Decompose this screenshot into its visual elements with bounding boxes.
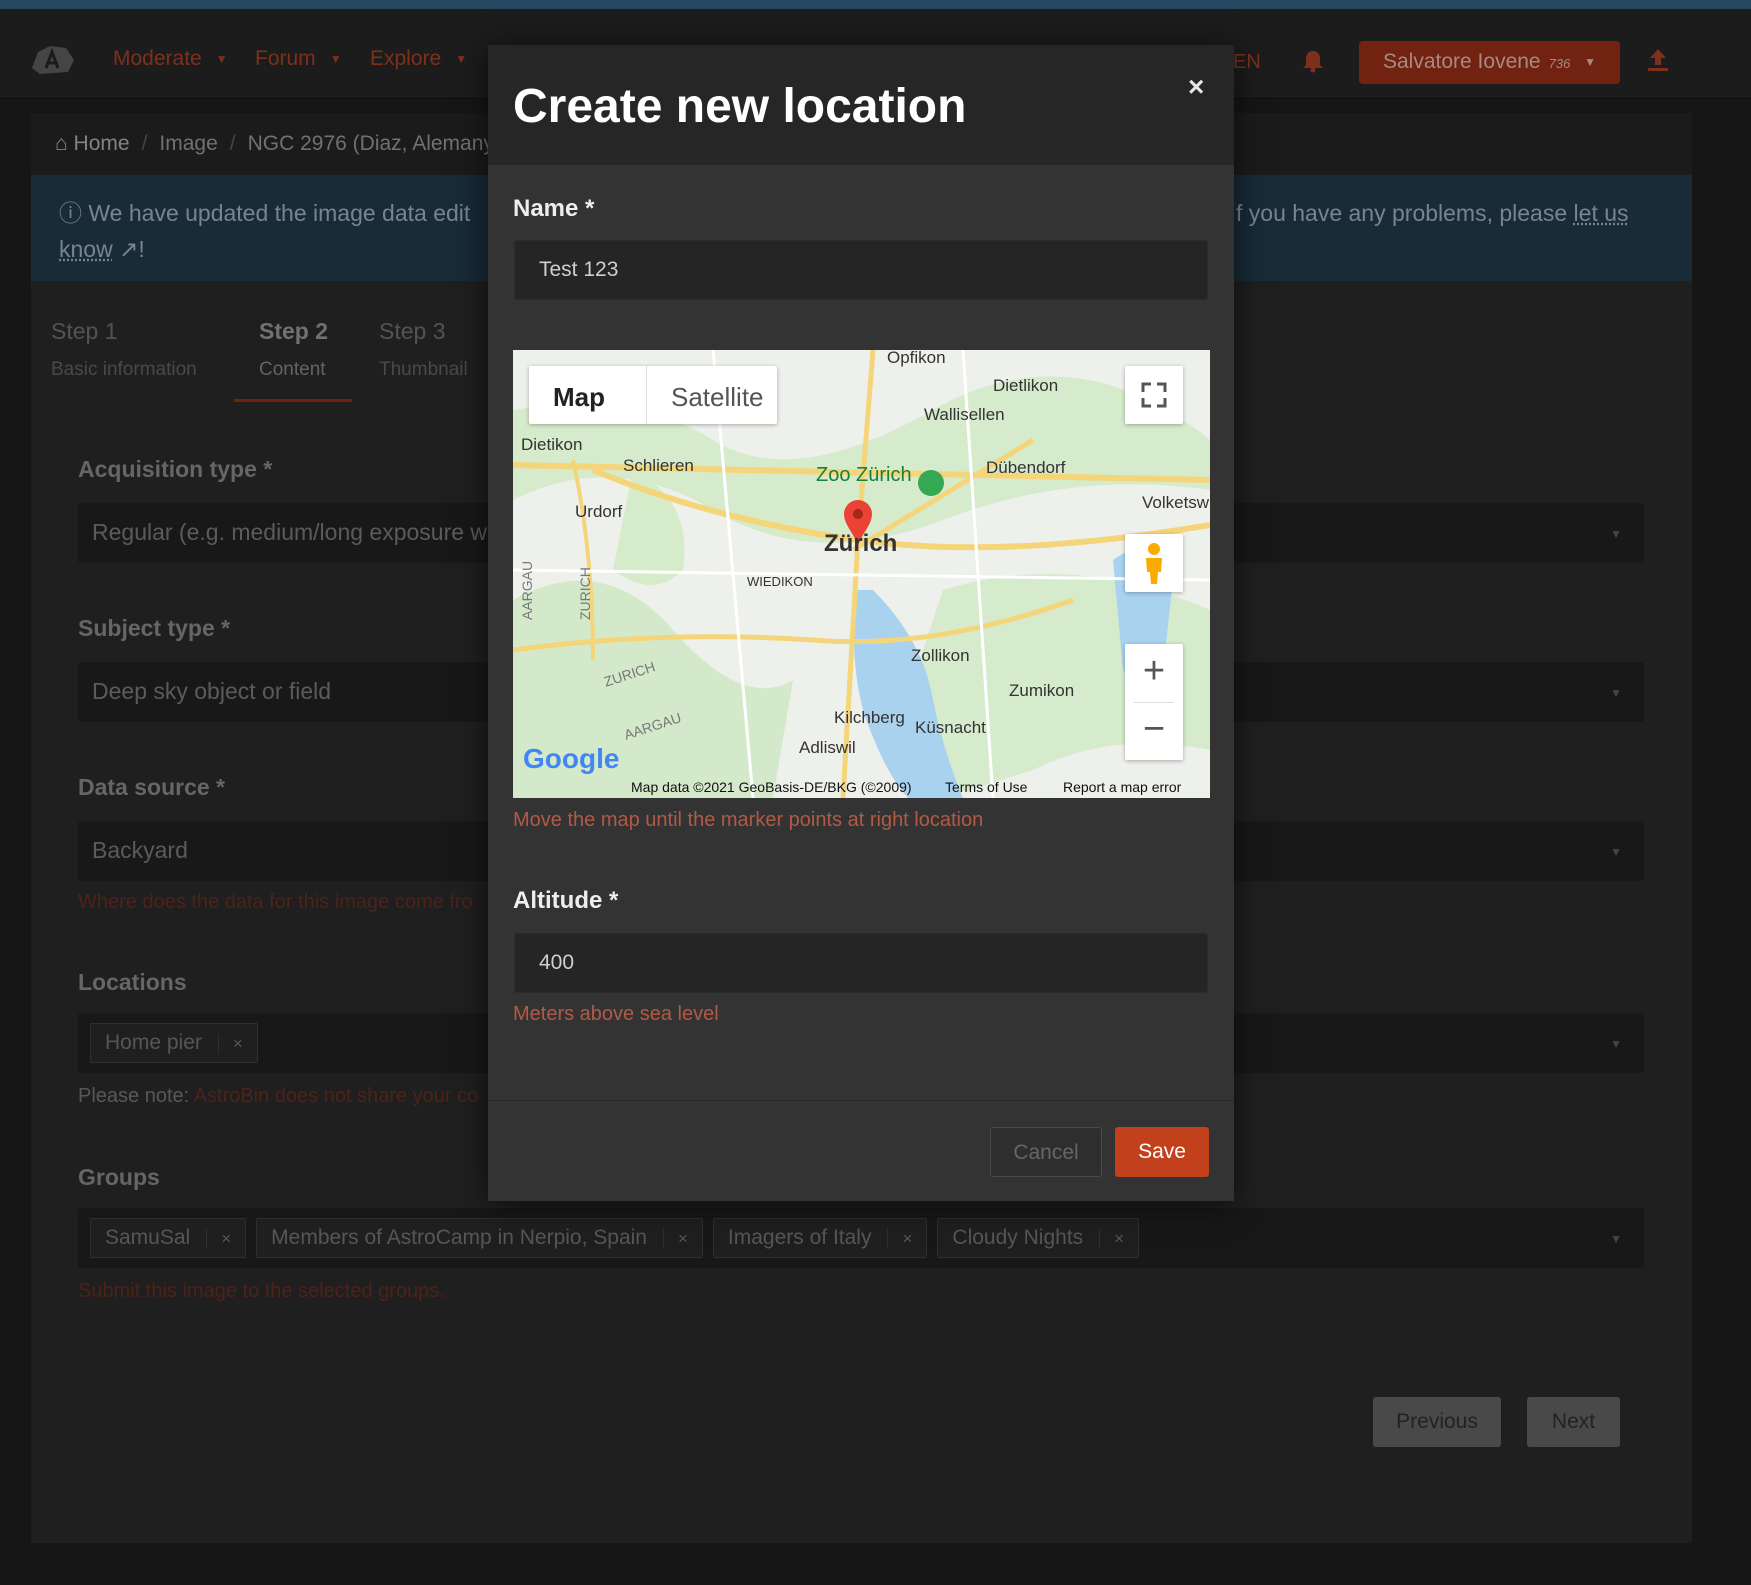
upload-icon[interactable] [1646,47,1670,73]
datasource-label: Data source * [78,774,226,800]
map-place-label: Zoo Zürich [816,464,912,486]
map-place-label: Adliswil [799,738,856,757]
map-place-label: Dietlikon [993,376,1059,395]
breadcrumb-current: NGC 2976 (Diaz, Alemany [247,132,494,155]
top-accent-bar [0,0,1751,9]
groups-label: Groups [78,1164,160,1190]
zoom-in-icon[interactable]: + [1125,644,1183,702]
pegman-icon [1146,543,1162,584]
user-name: Salvatore Iovene [1383,50,1541,73]
language-selector[interactable]: EN [1233,51,1261,74]
group-tag: Cloudy Nights × [937,1218,1140,1258]
name-input[interactable] [514,240,1208,300]
zoom-control: + − [1125,644,1183,760]
altitude-input[interactable] [514,933,1208,993]
subject-label: Subject type * [78,615,231,641]
name-label: Name * [513,195,595,222]
terms-of-use-link[interactable]: Terms of Use [945,779,1027,795]
previous-button[interactable]: Previous [1373,1397,1501,1447]
fullscreen-icon [1141,382,1167,408]
chevron-down-icon: ▼ [1610,1232,1622,1246]
map-type-satellite-button[interactable]: Satellite [671,382,764,413]
map-place-label: Dübendorf [986,458,1066,477]
location-map[interactable]: Opfikon Dietlikon Wallisellen Dietikon S… [513,350,1210,798]
close-icon[interactable]: × [1188,71,1204,103]
fullscreen-button[interactable] [1125,366,1183,424]
map-place-label: Zollikon [911,646,970,665]
map-place-label: Zumikon [1009,681,1075,700]
groups-multiselect[interactable]: SamuSal × Members of AstroCamp in Nerpio, … [78,1208,1644,1268]
map-place-label: Zürich [824,530,898,557]
remove-tag-icon[interactable]: × [1099,1229,1124,1249]
step-2[interactable]: Step 2 Content [259,318,328,381]
datasource-help: Where does the data for this image come … [78,891,473,913]
google-logo: Google [523,743,620,774]
acquisition-label: Acquisition type * [78,456,273,482]
street-view-pegman[interactable] [1125,534,1183,592]
chevron-down-icon: ▼ [1584,55,1596,69]
remove-tag-icon[interactable]: × [662,1229,688,1249]
let-us-know-link-2[interactable]: know [59,236,113,262]
modal-footer-divider [488,1100,1234,1101]
step-1[interactable]: Step 1 Basic information [51,318,197,381]
remove-tag-icon[interactable]: × [887,1229,912,1249]
chevron-down-icon: ▼ [329,52,342,67]
altitude-label: Altitude * [513,887,619,914]
user-menu-button[interactable]: Salvatore Iovene 736 ▼ [1359,41,1620,84]
groups-help: Submit this image to the selected groups… [78,1280,445,1302]
nav-explore[interactable]: Explore ▼ [370,47,467,71]
modal-title: Create new location [513,80,967,133]
altitude-help: Meters above sea level [513,1003,719,1025]
map-type-control: Map Satellite [529,366,777,424]
nav-forum[interactable]: Forum ▼ [255,47,342,71]
external-link-icon: ↗ [112,236,139,262]
breadcrumb-image[interactable]: Image [159,132,217,155]
map-place-label: Dietikon [521,435,583,454]
active-step-underline [234,399,352,402]
map-place-label: Opfikon [887,350,946,367]
chevron-down-icon: ▼ [1610,686,1622,700]
map-place-label: Küsnacht [915,718,986,737]
map-place-label: ZURICH [577,567,593,620]
map-place-label: Kilchberg [834,708,905,727]
map-place-label: Schlieren [623,456,694,475]
step-3[interactable]: Step 3 Thumbnail [379,318,468,381]
cancel-button[interactable]: Cancel [990,1127,1102,1177]
chevron-down-icon: ▼ [1610,527,1622,541]
bell-icon[interactable] [1302,49,1324,73]
create-location-modal: Create new location × Name * Test 123 Op… [488,45,1234,1201]
map-place-label: Wallisellen [924,405,1005,424]
map-type-map-button[interactable]: Map [553,382,605,413]
map-place-label: Urdorf [575,502,623,521]
remove-tag-icon[interactable]: × [206,1229,231,1249]
map-place-label: WIEDIKON [747,574,813,589]
chevron-down-icon: ▼ [1610,1037,1622,1051]
let-us-know-link[interactable]: let us [1574,200,1629,226]
nav-moderate[interactable]: Moderate ▼ [113,47,228,71]
zoom-out-icon[interactable]: − [1125,702,1183,760]
chevron-down-icon: ▼ [455,52,468,67]
locations-label: Locations [78,969,187,995]
group-tag: SamuSal × [90,1218,247,1258]
next-button[interactable]: Next [1527,1397,1620,1447]
info-icon: ⓘ [59,200,82,226]
breadcrumb-home[interactable]: ⌂ Home [55,132,130,155]
locations-note: Please note: AstroBin does not share you… [78,1085,479,1107]
chevron-down-icon: ▼ [215,52,228,67]
map-place-label: Volketsw [1142,493,1210,512]
map-attribution: Map data ©2021 GeoBasis-DE/BKG (©2009) T… [631,779,1182,795]
home-icon: ⌂ [55,132,68,155]
astrobin-logo-icon[interactable] [28,38,76,78]
remove-tag-icon[interactable]: × [217,1034,243,1054]
group-tag: Members of AstroCamp in Nerpio, Spain × [256,1218,703,1258]
chevron-down-icon: ▼ [1610,845,1622,859]
location-tag: Home pier × [90,1023,258,1063]
save-button[interactable]: Save [1115,1127,1209,1177]
map-place-label: AARGAU [519,560,535,620]
map-help: Move the map until the marker points at … [513,809,984,831]
user-reputation: 736 [1548,56,1571,71]
modal-header: Create new location × [488,45,1234,165]
group-tag: Imagers of Italy × [712,1218,928,1258]
report-map-error-link[interactable]: Report a map error [1063,779,1181,795]
